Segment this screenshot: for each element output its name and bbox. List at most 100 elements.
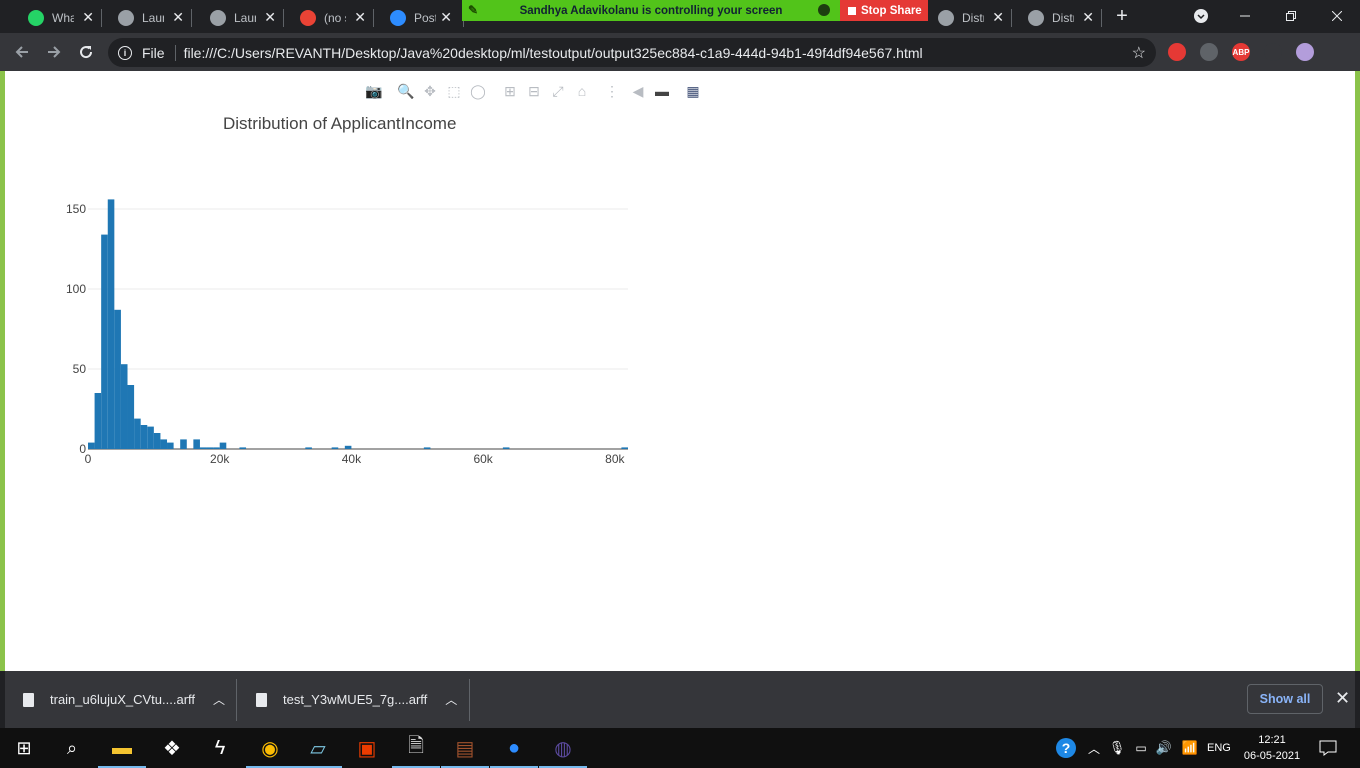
reload-button[interactable] (74, 41, 98, 63)
back-button[interactable] (10, 41, 34, 63)
histogram-bar[interactable] (423, 447, 431, 449)
tab-strip: WhatsApp✕Launch✕Launch✕(no subject)✕Post… (0, 0, 1360, 33)
show-all-button[interactable]: Show all (1247, 684, 1323, 714)
histogram-bar[interactable] (114, 309, 121, 449)
share-banner-text: Sandhya Adavikolanu is controlling your … (519, 4, 783, 17)
restore-button[interactable] (1268, 4, 1314, 28)
histogram-bar[interactable] (219, 442, 227, 449)
language-indicator[interactable]: ENG (1207, 742, 1231, 754)
zoom-icon (390, 10, 406, 26)
histogram-bar[interactable] (193, 439, 200, 449)
hand-extension-icon[interactable] (1168, 43, 1186, 61)
histogram-bar[interactable] (344, 445, 352, 449)
chevron-up-icon[interactable]: ︿ (213, 691, 225, 708)
close-downloads-icon[interactable]: ✕ (1335, 688, 1350, 709)
close-tab-icon[interactable]: ✕ (1082, 10, 1094, 24)
screen-share-banner: ✎ Sandhya Adavikolanu is controlling you… (462, 0, 840, 21)
clock[interactable]: 12:21 06-05-2021 (1234, 732, 1310, 764)
tab-divider (101, 9, 102, 27)
shield-icon (818, 4, 830, 16)
help-icon[interactable]: ? (1052, 734, 1080, 762)
notification-icon[interactable] (1314, 734, 1342, 762)
stop-share-button[interactable]: Stop Share (840, 0, 928, 21)
forward-button[interactable] (42, 41, 66, 63)
start-icon[interactable]: ⊞ (10, 734, 38, 762)
histogram-bar[interactable] (199, 447, 207, 449)
histogram-bar[interactable] (180, 439, 187, 449)
winrar-icon[interactable]: ▤ (451, 734, 479, 762)
globe-extension-icon[interactable] (1200, 43, 1218, 61)
volume-icon[interactable]: 🔊 (1150, 734, 1178, 762)
bolt-app-icon[interactable]: ϟ (206, 734, 234, 762)
histogram-bar[interactable] (153, 433, 161, 449)
wifi-icon[interactable]: 📶 (1176, 734, 1204, 762)
chrome-icon[interactable]: ◉ (256, 734, 284, 762)
tab-divider (191, 9, 192, 27)
office-icon[interactable]: ▣ (353, 734, 381, 762)
histogram-bar[interactable] (94, 393, 102, 449)
histogram-bar[interactable] (305, 447, 312, 449)
browser-tab[interactable]: Distribution ✕ (1014, 4, 1100, 32)
bookmark-star-icon[interactable]: ☆ (1132, 43, 1146, 63)
histogram-bar[interactable] (88, 442, 95, 449)
zoom-app-icon[interactable]: ● (500, 734, 528, 762)
histogram-bar[interactable] (120, 364, 128, 449)
download-item[interactable]: test_Y3wMUE5_7g....arff ︿ (256, 671, 457, 728)
histogram-chart[interactable]: 0501001500 20k 40k 60k 80k (5, 71, 705, 491)
adblock-icon[interactable]: ABP (1232, 43, 1250, 61)
close-tab-icon[interactable]: ✕ (440, 10, 452, 24)
histogram-bar[interactable] (239, 447, 247, 449)
close-tab-icon[interactable]: ✕ (992, 10, 1004, 24)
address-bar[interactable]: i File file:///C:/Users/REVANTH/Desktop/… (108, 38, 1156, 67)
histogram-bar[interactable] (127, 385, 135, 449)
browser-tab[interactable]: WhatsApp ✕ (14, 4, 100, 32)
histogram-bar[interactable] (147, 426, 154, 449)
dropbox-icon[interactable]: ❖ (158, 734, 186, 762)
download-item[interactable]: train_u6lujuX_CVtu....arff ︿ (23, 671, 225, 728)
browser-tab[interactable]: Distribution ✕ (924, 4, 1010, 32)
clock-date: 06-05-2021 (1243, 750, 1301, 762)
new-tab-button[interactable]: + (1100, 4, 1144, 28)
close-window-button[interactable] (1314, 4, 1360, 28)
browser-tab[interactable]: Post ✕ (376, 4, 458, 32)
grid-layer (88, 208, 628, 450)
histogram-bar[interactable] (331, 447, 339, 449)
windows-taskbar: ⊞ ⌕ ▬ ❖ ϟ ◉ ▱ ▣ 🗎 ▤ ● ◍ ? ︿ 🎙 ▭ 🔊 📶 ENG 12:21 06-05… (0, 728, 1360, 768)
histogram-bar[interactable] (621, 447, 628, 449)
reload-icon (80, 46, 93, 59)
eclipse-icon[interactable]: ◍ (549, 734, 577, 762)
histogram-bar[interactable] (502, 447, 510, 449)
scheme-label: File (142, 44, 165, 61)
histogram-bar[interactable] (206, 447, 214, 449)
profile-avatar[interactable] (1296, 43, 1314, 61)
speech-bubble-icon (1319, 740, 1337, 756)
close-tab-icon[interactable]: ✕ (172, 10, 184, 24)
search-icon[interactable]: ⌕ (58, 734, 86, 762)
close-tab-icon[interactable]: ✕ (354, 10, 366, 24)
browser-tab[interactable]: Launch ✕ (196, 4, 282, 32)
python-file-icon[interactable]: 🗎 (402, 734, 430, 762)
notepad-icon[interactable]: ▱ (304, 734, 332, 762)
histogram-bar[interactable] (134, 418, 141, 449)
histogram-bar[interactable] (140, 425, 148, 449)
histogram-bar[interactable] (213, 447, 220, 449)
browser-tab[interactable]: Launch ✕ (104, 4, 190, 32)
close-tab-icon[interactable]: ✕ (264, 10, 276, 24)
minimize-button[interactable] (1222, 4, 1268, 28)
close-tab-icon[interactable]: ✕ (82, 10, 94, 24)
close-icon (1332, 11, 1342, 21)
info-icon[interactable]: i (118, 45, 132, 60)
histogram-bar[interactable] (101, 234, 108, 449)
restore-icon (1286, 11, 1296, 21)
histogram-bar[interactable] (167, 442, 174, 449)
tab-search-button[interactable] (1178, 4, 1224, 28)
histogram-bar[interactable] (107, 199, 115, 449)
histogram-bar[interactable] (160, 439, 168, 449)
browser-tab[interactable]: (no subject) ✕ (286, 4, 372, 32)
chevron-up-icon[interactable]: ︿ (445, 691, 457, 708)
file-explorer-icon[interactable]: ▬ (108, 734, 136, 762)
x-tick-label: 20k (210, 452, 230, 466)
globe-icon (118, 10, 134, 26)
puzzle-icon[interactable] (1264, 43, 1282, 61)
url-text[interactable]: file:///C:/Users/REVANTH/Desktop/Java%20… (184, 45, 923, 61)
